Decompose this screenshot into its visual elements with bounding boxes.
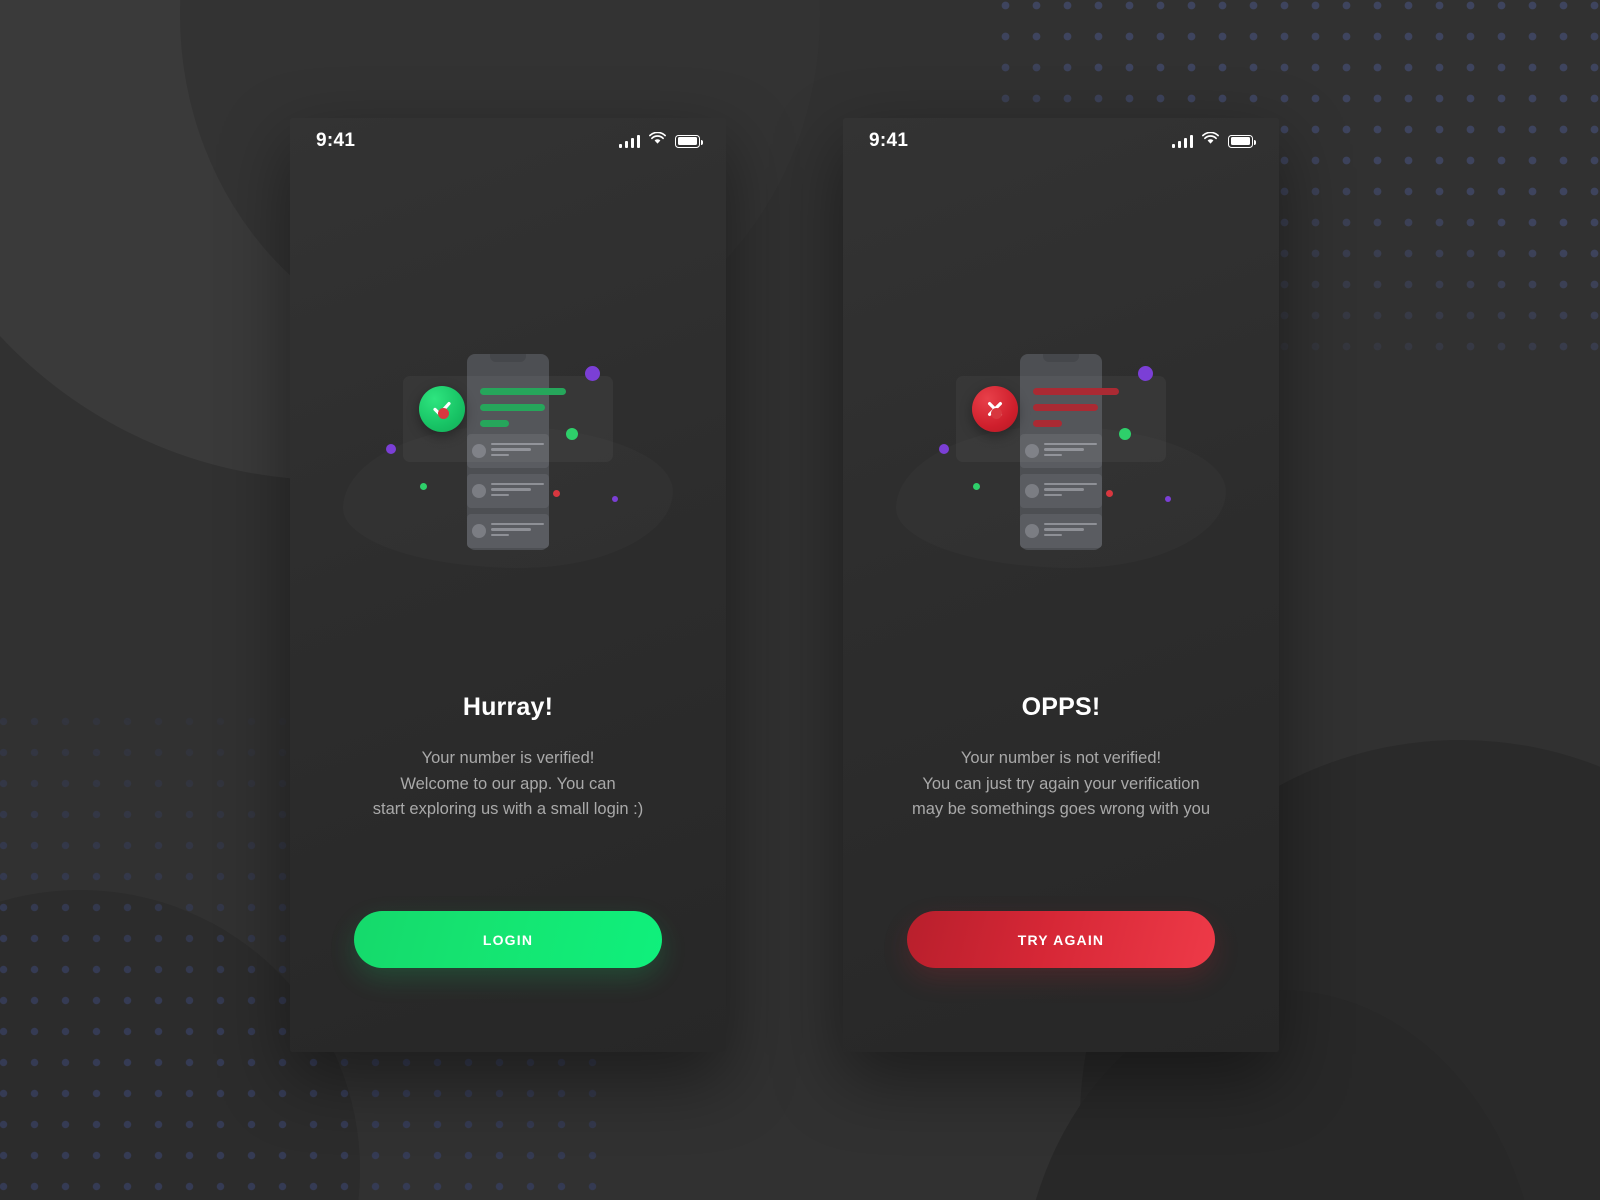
wifi-icon bbox=[1202, 131, 1219, 150]
placeholder-lines bbox=[491, 523, 544, 539]
status-bar-time: 9:41 bbox=[869, 130, 909, 151]
green-dot bbox=[1119, 428, 1131, 440]
screenshot-canvas: 9:41 Hurray! Your number is verified! We… bbox=[0, 0, 1600, 1200]
violet-dot bbox=[386, 444, 396, 454]
success-screen: 9:41 Hurray! Your number is verified! We… bbox=[290, 118, 726, 1052]
status-bar-icons bbox=[618, 131, 703, 150]
login-button[interactable]: LOGIN bbox=[354, 911, 662, 968]
list-item bbox=[1020, 474, 1102, 508]
page-title: Hurray! bbox=[462, 693, 554, 721]
placeholder-lines bbox=[491, 483, 544, 499]
list-item bbox=[467, 514, 549, 548]
avatar bbox=[472, 524, 486, 538]
try-again-button[interactable]: TRY AGAIN bbox=[907, 911, 1215, 968]
mini-green-dot bbox=[420, 483, 427, 490]
list-item bbox=[467, 474, 549, 508]
error-screen: 9:41 OPPS! Your number is not verified! … bbox=[843, 118, 1279, 1052]
illustration-text-bars bbox=[1033, 388, 1119, 436]
purple-dot bbox=[585, 366, 600, 381]
success-copy: Hurray! Your number is verified! Welcome… bbox=[290, 693, 726, 823]
avatar bbox=[1025, 524, 1039, 538]
list-item bbox=[1020, 514, 1102, 548]
mini-red-dot bbox=[1106, 490, 1113, 497]
violet-dot bbox=[939, 444, 949, 454]
red-dot bbox=[438, 408, 449, 419]
mini-red-dot bbox=[553, 490, 560, 497]
illustration-text-bars bbox=[480, 388, 566, 436]
red-dot bbox=[991, 408, 1002, 419]
battery-icon bbox=[675, 134, 703, 148]
cellular-signal-icon bbox=[1171, 134, 1193, 148]
mini-purple-dot bbox=[612, 496, 618, 502]
status-bar-icons bbox=[1171, 131, 1256, 150]
mini-green-dot bbox=[973, 483, 980, 490]
error-illustration bbox=[843, 348, 1279, 588]
placeholder-lines bbox=[1044, 523, 1097, 539]
body-line: may be somethings goes wrong with you bbox=[911, 800, 1211, 818]
status-bar: 9:41 bbox=[843, 118, 1279, 164]
success-illustration bbox=[290, 348, 726, 588]
battery-icon bbox=[1228, 134, 1256, 148]
body-line: Welcome to our app. You can bbox=[400, 774, 616, 793]
status-bar-time: 9:41 bbox=[316, 130, 356, 151]
green-dot bbox=[566, 428, 578, 440]
body-line: Your number is not verified! bbox=[960, 749, 1162, 767]
cellular-signal-icon bbox=[618, 134, 640, 148]
placeholder-lines bbox=[1044, 483, 1097, 499]
wifi-icon bbox=[649, 131, 666, 150]
avatar bbox=[1025, 484, 1039, 498]
error-copy: OPPS! Your number is not verified! You c… bbox=[843, 693, 1279, 823]
mini-purple-dot bbox=[1165, 496, 1171, 502]
body-line: You can just try again your verification bbox=[922, 774, 1200, 793]
page-title: OPPS! bbox=[1021, 693, 1101, 721]
body-line: start exploring us with a small login :) bbox=[372, 800, 644, 818]
purple-dot bbox=[1138, 366, 1153, 381]
status-bar: 9:41 bbox=[290, 118, 726, 164]
body-line: Your number is verified! bbox=[421, 749, 595, 767]
avatar bbox=[472, 484, 486, 498]
